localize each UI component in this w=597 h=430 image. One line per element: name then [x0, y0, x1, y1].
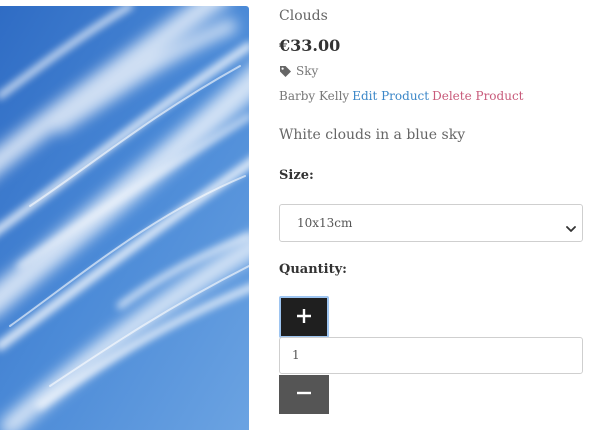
chevron-down-icon: [566, 219, 576, 232]
product-price: €33.00: [279, 36, 341, 55]
product-category[interactable]: Sky: [279, 64, 318, 78]
product-detail-page: Clouds €33.00 Sky Barby Kelly Edit Produc…: [0, 0, 597, 430]
product-admin-row: Barby Kelly Edit Product Delete Product: [279, 89, 523, 103]
edit-product-link[interactable]: Edit Product: [352, 89, 429, 103]
quantity-label: Quantity:: [279, 262, 347, 277]
category-label: Sky: [296, 64, 319, 78]
product-image: [0, 6, 249, 430]
plus-icon: [296, 308, 312, 327]
decrement-quantity-button[interactable]: [279, 375, 329, 414]
minus-icon: [296, 385, 312, 404]
size-label: Size:: [279, 168, 314, 183]
quantity-input[interactable]: 1: [279, 337, 583, 374]
size-selected-value: 10x13cm: [297, 216, 353, 230]
product-title: Clouds: [279, 8, 328, 24]
increment-quantity-button[interactable]: [279, 296, 329, 338]
quantity-value: 1: [292, 348, 300, 362]
product-description: White clouds in a blue sky: [279, 127, 466, 143]
product-owner: Barby Kelly: [279, 89, 350, 103]
size-select[interactable]: 10x13cm: [279, 204, 583, 242]
delete-product-link[interactable]: Delete Product: [432, 89, 523, 103]
tag-icon: [279, 65, 292, 78]
